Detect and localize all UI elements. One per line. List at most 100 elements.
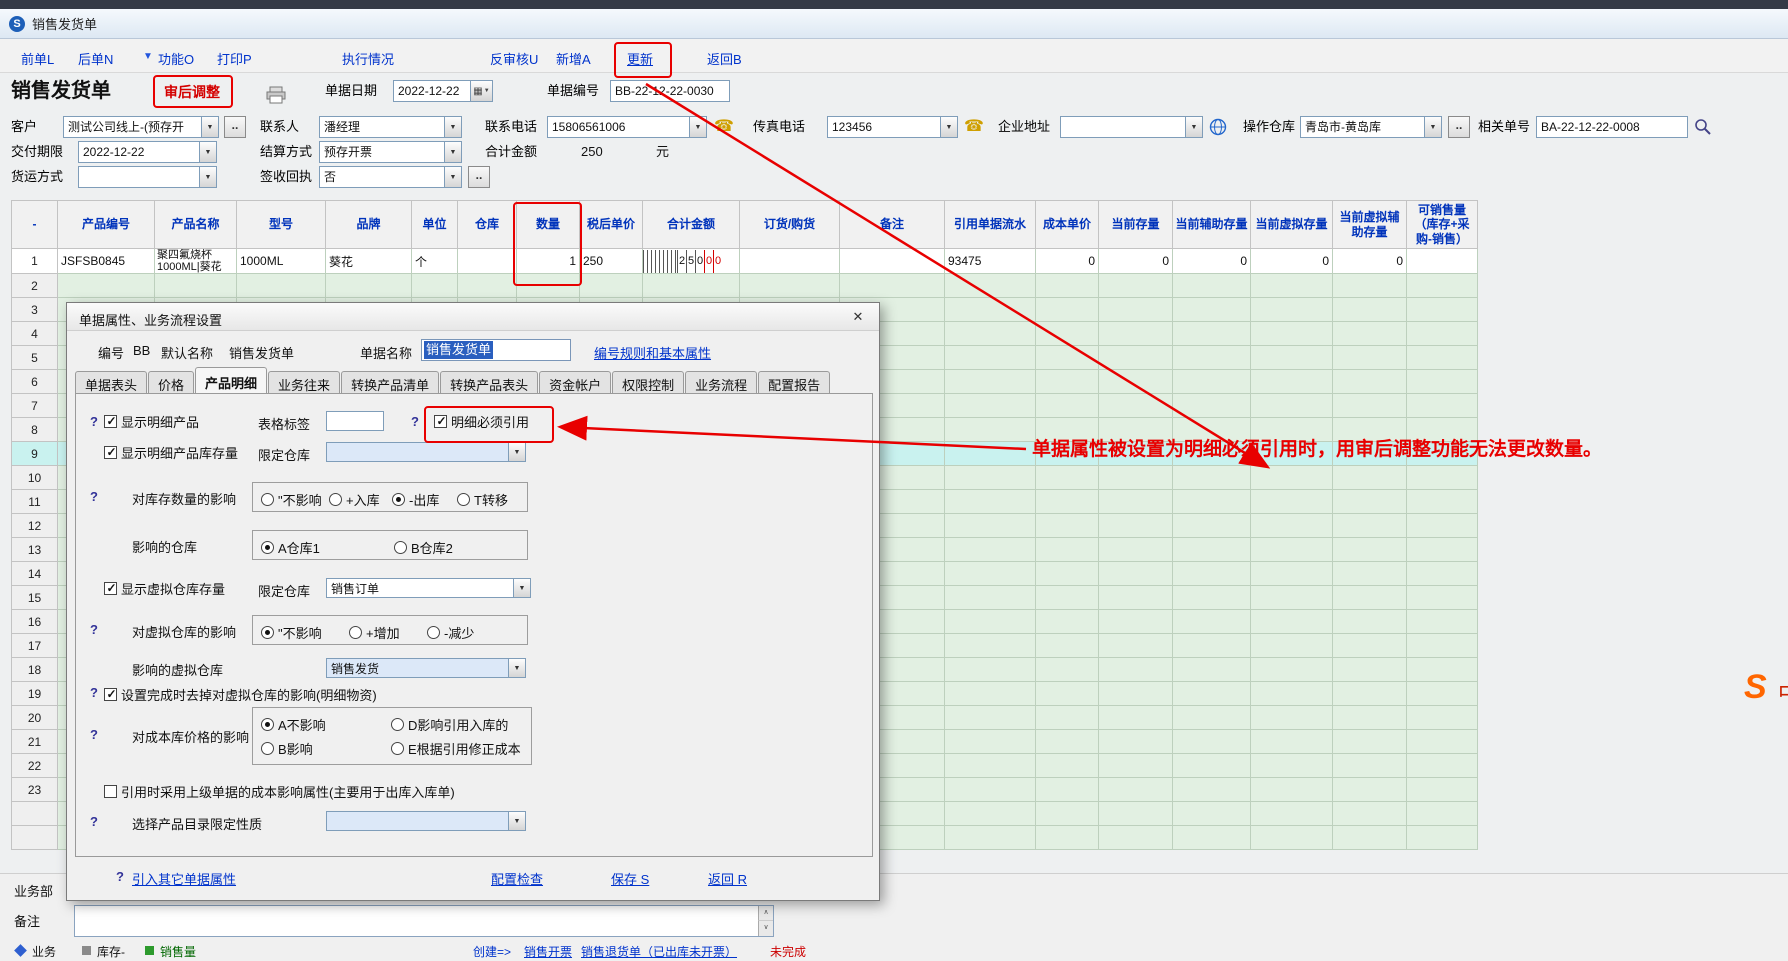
grid-cell[interactable] <box>945 826 1036 850</box>
row-number[interactable]: 4 <box>12 322 58 346</box>
grid-cell[interactable] <box>1333 322 1407 346</box>
dropdown-arrow-icon[interactable]: ▼ <box>1424 117 1441 137</box>
row-number[interactable]: 23 <box>12 778 58 802</box>
grid-cell[interactable] <box>945 298 1036 322</box>
grid-cell[interactable] <box>1173 346 1251 370</box>
radio-inbound[interactable]: +入库 <box>329 490 380 509</box>
grid-cell[interactable] <box>1173 634 1251 658</box>
grid-cell[interactable] <box>945 394 1036 418</box>
help-icon[interactable]: ? <box>116 869 124 884</box>
row-number[interactable]: 9 <box>12 442 58 466</box>
grid-cell[interactable] <box>945 754 1036 778</box>
numbering-rule-link[interactable]: 编号规则和基本属性 <box>594 343 711 362</box>
row-number[interactable]: 13 <box>12 538 58 562</box>
warehouse-select[interactable]: 青岛市-黄岛库 ▼ <box>1300 116 1442 138</box>
row-number[interactable]: 12 <box>12 514 58 538</box>
row-number[interactable]: 7 <box>12 394 58 418</box>
row-number[interactable]: 6 <box>12 370 58 394</box>
grid-cell[interactable] <box>1407 514 1478 538</box>
customer-more-button[interactable]: .. <box>224 116 246 138</box>
grid-cell[interactable] <box>1251 826 1333 850</box>
row-number[interactable]: 17 <box>12 634 58 658</box>
limit-warehouse2-select[interactable]: 销售订单 ▼ <box>326 578 531 598</box>
grid-header-18[interactable]: 可销售量（库存+采购-销售） <box>1407 201 1478 249</box>
grid-cell[interactable] <box>945 706 1036 730</box>
grid-cell[interactable] <box>1251 394 1333 418</box>
toolbar-back-button[interactable]: 返回B <box>707 49 742 68</box>
grid-cell[interactable] <box>945 682 1036 706</box>
grid-cell[interactable] <box>1173 442 1251 466</box>
row-number[interactable] <box>12 826 58 850</box>
catalog-select[interactable]: ▼ <box>326 811 526 831</box>
printer-icon[interactable] <box>266 86 286 104</box>
dropdown-arrow-icon[interactable]: ▼ <box>513 579 530 597</box>
grid-cell[interactable] <box>1333 706 1407 730</box>
limit-warehouse-select[interactable]: ▼ <box>326 442 526 462</box>
grid-cell[interactable] <box>1036 562 1099 586</box>
dialog-tab-0[interactable]: 单据表头 <box>75 371 147 393</box>
dropdown-arrow-icon[interactable]: ▼ <box>444 117 461 137</box>
grid-cell[interactable] <box>1333 658 1407 682</box>
grid-cell[interactable] <box>1407 298 1478 322</box>
dropdown-arrow-icon[interactable]: ▼ <box>199 142 216 162</box>
grid-cell[interactable]: JSFSB0845 <box>58 249 155 274</box>
grid-cell[interactable] <box>1333 514 1407 538</box>
help-icon[interactable]: ? <box>90 489 98 504</box>
grid-cell[interactable] <box>1407 706 1478 730</box>
grid-cell[interactable] <box>1173 274 1251 298</box>
grid-cell[interactable] <box>1251 298 1333 322</box>
grid-cell-amount[interactable]: 25000 <box>643 249 740 274</box>
grid-cell[interactable]: 1 <box>517 249 580 274</box>
radio-virtual-increase[interactable]: +增加 <box>349 623 400 642</box>
grid-cell[interactable] <box>1407 778 1478 802</box>
dialog-tab-2[interactable]: 产品明细 <box>195 367 267 393</box>
grid-cell[interactable] <box>1333 490 1407 514</box>
grid-cell[interactable] <box>1251 634 1333 658</box>
grid-cell[interactable] <box>1333 562 1407 586</box>
grid-cell[interactable] <box>1251 442 1333 466</box>
grid-cell[interactable] <box>1407 490 1478 514</box>
grid-cell[interactable] <box>1036 634 1099 658</box>
radio-virtual-decrease[interactable]: -减少 <box>427 623 474 642</box>
grid-cell[interactable] <box>1036 658 1099 682</box>
grid-cell[interactable]: 0 <box>1333 249 1407 274</box>
grid-cell[interactable] <box>945 658 1036 682</box>
dialog-tab-1[interactable]: 价格 <box>148 371 194 393</box>
grid-header-15[interactable]: 当前辅助存量 <box>1173 201 1251 249</box>
dropdown-arrow-icon[interactable]: ▼ <box>199 167 216 187</box>
toolbar-prev-button[interactable]: 前单L <box>21 49 54 68</box>
grid-cell[interactable] <box>1173 562 1251 586</box>
grid-cell[interactable] <box>1333 826 1407 850</box>
grid-header-14[interactable]: 当前存量 <box>1099 201 1173 249</box>
radio-transfer[interactable]: T转移 <box>457 490 508 509</box>
grid-cell[interactable] <box>517 274 580 298</box>
grid-cell[interactable] <box>1099 634 1173 658</box>
grid-cell[interactable] <box>1407 274 1478 298</box>
close-icon[interactable]: ✕ <box>847 307 869 327</box>
grid-cell[interactable] <box>1036 802 1099 826</box>
grid-cell[interactable] <box>945 562 1036 586</box>
row-number[interactable]: 5 <box>12 346 58 370</box>
grid-cell[interactable] <box>1251 490 1333 514</box>
grid-header-13[interactable]: 成本单价 <box>1036 201 1099 249</box>
grid-cell[interactable] <box>1173 610 1251 634</box>
status-return-link[interactable]: 销售退货单（已出库未开票） <box>581 943 737 960</box>
grid-cell[interactable] <box>1173 730 1251 754</box>
grid-cell[interactable] <box>155 274 237 298</box>
docno-field[interactable]: BB-22-12-22-0030 <box>610 80 730 102</box>
grid-cell[interactable] <box>840 274 945 298</box>
grid-cell[interactable] <box>945 802 1036 826</box>
grid-cell[interactable] <box>412 274 458 298</box>
toolbar-print-button[interactable]: 打印P <box>217 49 252 68</box>
grid-cell[interactable] <box>1173 658 1251 682</box>
grid-cell[interactable] <box>945 490 1036 514</box>
grid-cell[interactable] <box>1099 322 1173 346</box>
grid-cell[interactable] <box>1173 490 1251 514</box>
radio-cost-e[interactable]: E根据引用修正成本 <box>391 739 521 758</box>
grid-cell[interactable] <box>643 274 740 298</box>
receipt-more-button[interactable]: .. <box>468 166 490 188</box>
grid-cell[interactable] <box>458 249 517 274</box>
grid-cell[interactable] <box>1251 346 1333 370</box>
grid-cell[interactable] <box>1251 418 1333 442</box>
grid-cell[interactable] <box>1251 658 1333 682</box>
